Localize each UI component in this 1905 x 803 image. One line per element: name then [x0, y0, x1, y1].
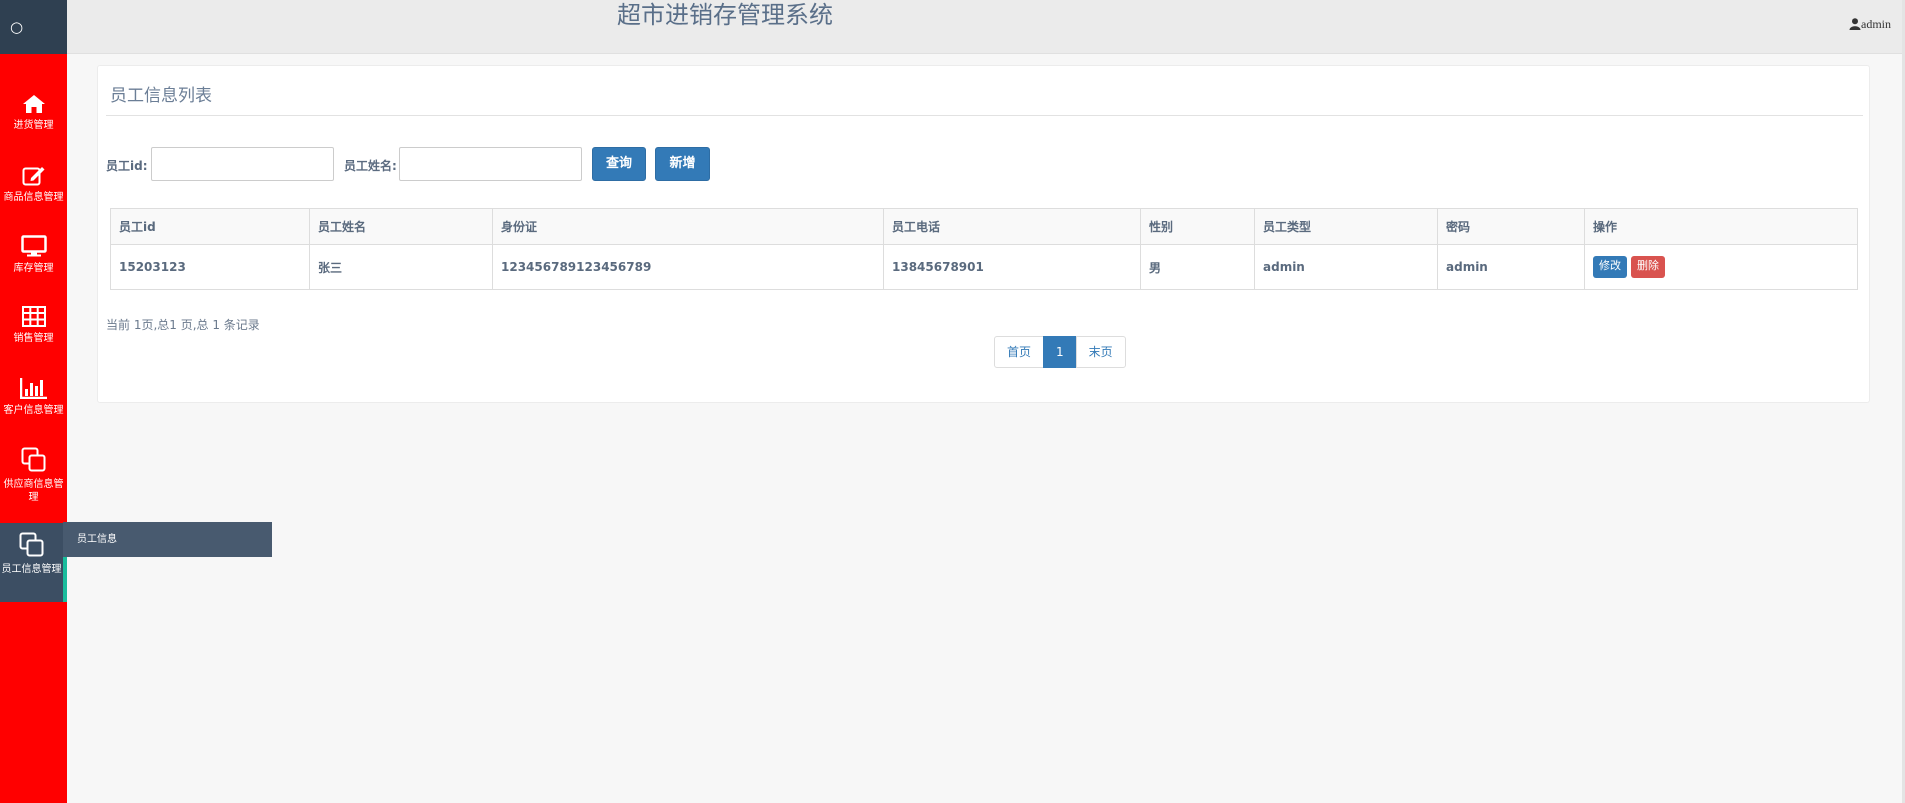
column-header: 身份证 [492, 208, 884, 245]
edit-button[interactable]: 修改 [1593, 256, 1627, 278]
sidebar-item-label: 进货管理 [13, 120, 54, 131]
first-page-button[interactable]: 首页 [994, 336, 1045, 368]
circle-icon: ○ [10, 18, 24, 36]
sidebar-item-label: 员工信息管理 [1, 564, 62, 575]
employee-name-input[interactable] [399, 147, 582, 181]
column-header: 员工id [110, 208, 310, 245]
last-page-button[interactable]: 末页 [1075, 336, 1126, 368]
copy-icon [21, 447, 45, 472]
delete-button[interactable]: 删除 [1631, 256, 1665, 278]
cell-employee-name: 张三 [309, 244, 493, 290]
add-button[interactable]: 新增 [655, 147, 710, 181]
sidebar-item-label: 商品信息管理 [3, 192, 64, 203]
column-header: 员工类型 [1254, 208, 1438, 245]
column-header: 员工电话 [883, 208, 1141, 245]
divider [106, 115, 1863, 116]
cell-type: admin [1254, 244, 1438, 290]
sidebar-item-employee[interactable]: 员工信息管理 [0, 523, 67, 602]
monitor-icon [20, 235, 47, 257]
username: admin [1861, 17, 1891, 31]
current-page-button[interactable]: 1 [1043, 336, 1077, 368]
sidebar-item-supplier[interactable]: 供应商信息管理 [0, 447, 67, 504]
user-icon [1849, 18, 1861, 30]
sidebar-item-label: 供应商信息管理 [3, 479, 64, 503]
employee-name-label: 员工姓名: [344, 159, 397, 173]
sidebar-item-label: 客户信息管理 [3, 405, 64, 416]
cell-phone: 13845678901 [883, 244, 1141, 290]
pagination: 首页 1 末页 [994, 336, 1126, 368]
page-title: 员工信息列表 [110, 86, 212, 106]
table-header-row: 员工id 员工姓名 身份证 员工电话 性别 员工类型 密码 操作 [110, 208, 1858, 245]
sidebar: ○ 进货管理 商品信息管理 库存管理 销售管理 客户信息管理 供应商信息管理 员… [0, 0, 67, 803]
user-menu[interactable]: admin [1849, 17, 1891, 32]
query-button[interactable]: 查询 [592, 147, 646, 181]
employee-list-panel: 员工信息列表 员工id: 员工姓名: 查询 新增 员工id 员工姓名 身份证 员… [97, 65, 1870, 403]
employee-id-label: 员工id: [106, 159, 148, 173]
bar-chart-icon [19, 378, 47, 399]
sidebar-item-purchase[interactable]: 进货管理 [0, 94, 67, 132]
submenu-label: 员工信息 [77, 534, 117, 545]
employee-table: 员工id 员工姓名 身份证 员工电话 性别 员工类型 密码 操作 1520312… [110, 208, 1858, 290]
sidebar-item-label: 库存管理 [13, 263, 54, 274]
sidebar-item-customer[interactable]: 客户信息管理 [0, 377, 67, 417]
column-header: 密码 [1437, 208, 1585, 245]
cell-employee-id: 15203123 [110, 244, 310, 290]
home-icon [22, 95, 45, 113]
cell-id-card: 123456789123456789 [492, 244, 884, 290]
column-header: 性别 [1140, 208, 1255, 245]
cell-gender: 男 [1140, 244, 1255, 290]
pagination-info: 当前 1页,总1 页,总 1 条记录 [106, 318, 260, 332]
column-header: 员工姓名 [309, 208, 493, 245]
submenu-employee-info[interactable]: 员工信息 [63, 522, 272, 557]
app-title: 超市进销存管理系统 [617, 1, 833, 29]
sidebar-item-label: 销售管理 [13, 333, 54, 344]
sidebar-item-product[interactable]: 商品信息管理 [0, 164, 67, 204]
sidebar-logo[interactable]: ○ [0, 0, 67, 54]
column-header: 操作 [1584, 208, 1858, 245]
sidebar-item-sales[interactable]: 销售管理 [0, 306, 67, 345]
table-icon [21, 306, 46, 327]
cell-actions: 修改 删除 [1584, 244, 1858, 290]
cell-password: admin [1437, 244, 1585, 290]
copy-icon [19, 532, 43, 557]
sidebar-item-inventory[interactable]: 库存管理 [0, 235, 67, 275]
top-header: 超市进销存管理系统 admin [67, 0, 1905, 54]
employee-id-input[interactable] [151, 147, 334, 181]
table-row: 15203123 张三 123456789123456789 138456789… [110, 244, 1858, 290]
edit-icon [22, 167, 44, 186]
